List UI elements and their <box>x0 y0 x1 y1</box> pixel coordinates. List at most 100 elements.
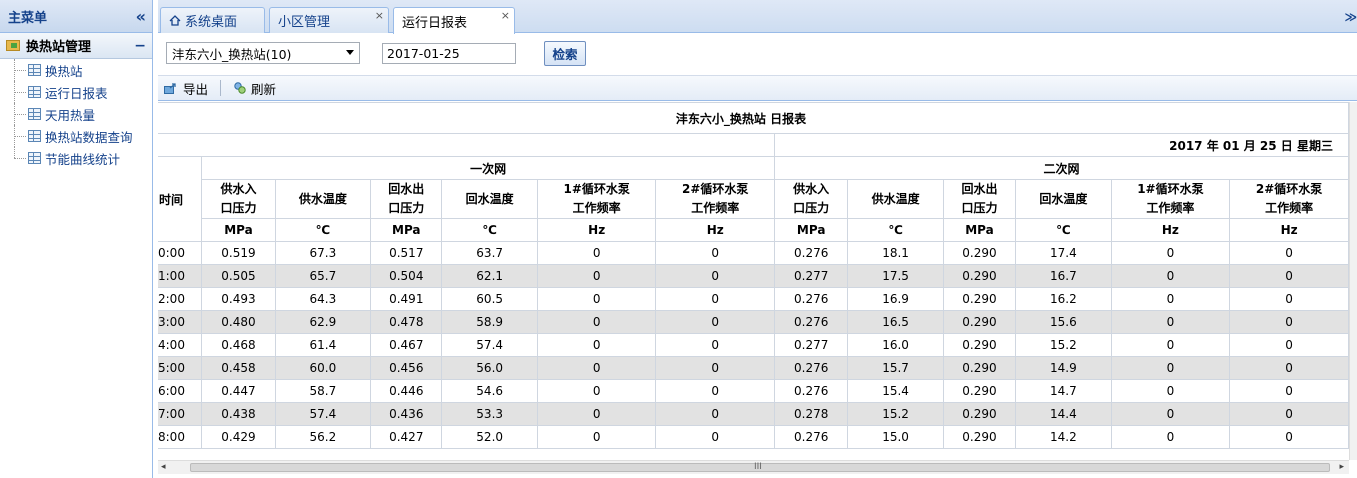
value-cell: 0.517 <box>370 241 443 265</box>
collapse-sidebar-icon[interactable]: « <box>136 7 146 26</box>
sidebar-item-label: 天用热量 <box>45 107 96 123</box>
value-cell: 14.7 <box>1015 379 1112 403</box>
horizontal-scrollbar[interactable]: ◂ III ▸ <box>158 460 1349 474</box>
value-cell: 0.505 <box>201 264 276 288</box>
sidebar-group-label: 换热站管理 <box>26 40 92 55</box>
sidebar-item[interactable]: 换热站 <box>0 59 152 81</box>
value-cell: 0 <box>1110 402 1231 426</box>
collapse-group-icon[interactable]: − <box>134 38 146 54</box>
tab-label: 系统桌面 <box>185 15 238 30</box>
vertical-scrollbar[interactable] <box>1349 102 1357 460</box>
station-select[interactable]: 沣东六小_换热站(10) <box>166 42 360 64</box>
unit-cell: Hz <box>536 218 657 242</box>
value-cell: 0 <box>1229 425 1349 449</box>
scroll-right-icon[interactable]: ▸ <box>1339 462 1344 472</box>
column-header: 供水温度 <box>847 179 944 219</box>
sidebar-item[interactable]: 天用热量 <box>0 103 152 125</box>
value-cell: 0 <box>1110 379 1231 403</box>
report-title-row: 沣东六小_换热站 日报表 <box>158 102 1349 134</box>
time-cell: 2:00 <box>158 287 203 311</box>
column-header: 回水出 口压力 <box>370 179 443 219</box>
tab-label: 小区管理 <box>278 15 331 30</box>
search-button[interactable]: 检索 <box>544 41 586 66</box>
unit-row: MPa ℃ MPa ℃ Hz Hz MPa ℃ MPa ℃ Hz Hz <box>158 218 1349 242</box>
unit-cell: ℃ <box>441 218 538 242</box>
value-cell: 0 <box>1229 287 1349 311</box>
value-cell: 0 <box>536 356 657 380</box>
column-header-line: 工作频率 <box>572 201 621 215</box>
value-cell: 17.5 <box>847 264 944 288</box>
id-label: 编号 <box>158 133 776 157</box>
value-cell: 61.4 <box>274 333 372 357</box>
unit-cell: ℃ <box>847 218 944 242</box>
sidebar-item-label: 运行日报表 <box>45 85 108 101</box>
sidebar-item-label: 换热站 <box>45 63 83 79</box>
sidebar-item[interactable]: 运行日报表 <box>0 81 152 103</box>
column-header: 回水温度 <box>441 179 538 219</box>
export-button[interactable]: 导出 <box>164 79 208 98</box>
tab-scroll-icon[interactable]: ≫ <box>1344 10 1357 24</box>
tab-desktop[interactable]: 系统桌面 <box>160 7 265 33</box>
value-cell: 65.7 <box>274 264 372 288</box>
value-cell: 0 <box>1229 333 1349 357</box>
value-cell: 0.276 <box>774 287 849 311</box>
sidebar-item[interactable]: 换热站数据查询 <box>0 125 152 147</box>
column-header-line: 回水温度 <box>465 191 514 206</box>
sidebar-group-heat-station[interactable]: 换热站管理 − <box>0 33 152 59</box>
tab-community[interactable]: 小区管理 × <box>269 7 389 33</box>
grid-icon <box>28 108 41 120</box>
value-cell: 0.277 <box>774 333 849 357</box>
table-row: 8:00 0.429 56.2 0.427 52.0 0 0 0.276 15.0 0.290 14… <box>158 425 1349 449</box>
value-cell: 60.5 <box>441 287 538 311</box>
value-cell: 0 <box>1229 379 1349 403</box>
close-icon[interactable]: × <box>501 9 510 22</box>
column-header-line: 口压力 <box>793 201 830 215</box>
table-row: 5:00 0.458 60.0 0.456 56.0 0 0 0.276 15.7 0.290 14… <box>158 356 1349 380</box>
value-cell: 15.6 <box>1015 310 1112 334</box>
value-cell: 0 <box>655 379 776 403</box>
value-cell: 0.290 <box>942 356 1017 380</box>
unit-cell: Hz <box>1110 218 1231 242</box>
column-header: 2#循环水泵 工作频率 <box>655 179 776 219</box>
date-input[interactable] <box>382 43 516 64</box>
column-header-line: 供水入 <box>793 182 830 196</box>
grid-icon <box>28 152 41 164</box>
column-header-line: 2#循环水泵 <box>682 182 749 196</box>
value-cell: 17.4 <box>1015 241 1112 265</box>
sidebar-item[interactable]: 节能曲线统计 <box>0 147 152 169</box>
tab-daily-report[interactable]: 运行日报表 × <box>393 7 515 34</box>
column-header-row: 供水入 口压力 供水温度 回水出 口压力 回水温度 1#循环水泵 工作频率 2#循环水泵 工作频率… <box>158 179 1349 219</box>
close-icon[interactable]: × <box>375 9 384 22</box>
value-cell: 54.6 <box>441 379 538 403</box>
value-cell: 15.2 <box>1015 333 1112 357</box>
refresh-button[interactable]: 刷新 <box>233 79 276 98</box>
report-area: 沣东六小_换热站 日报表编号2017 年 01 月 25 日 星期三时间一次网二… <box>158 102 1349 460</box>
value-cell: 0 <box>536 425 657 449</box>
value-cell: 0.276 <box>774 241 849 265</box>
value-cell: 14.9 <box>1015 356 1112 380</box>
value-cell: 0 <box>536 402 657 426</box>
column-header-line: 工作频率 <box>1146 201 1195 215</box>
sidebar-title: 主菜单 <box>8 10 48 26</box>
value-cell: 0 <box>1110 264 1231 288</box>
value-cell: 0 <box>1229 310 1349 334</box>
value-cell: 0 <box>1229 402 1349 426</box>
value-cell: 63.7 <box>441 241 538 265</box>
value-cell: 0.491 <box>370 287 443 311</box>
value-cell: 0.480 <box>201 310 276 334</box>
scroll-left-icon[interactable]: ◂ <box>161 462 166 472</box>
time-cell: 7:00 <box>158 402 203 426</box>
value-cell: 0 <box>655 425 776 449</box>
value-cell: 0 <box>655 310 776 334</box>
value-cell: 0 <box>1229 264 1349 288</box>
column-header: 2#循环水泵 工作频率 <box>1229 179 1349 219</box>
column-header: 回水温度 <box>1015 179 1112 219</box>
column-header-line: 口压力 <box>220 201 257 215</box>
value-cell: 0.456 <box>370 356 443 380</box>
column-header: 1#循环水泵 工作频率 <box>536 179 657 219</box>
value-cell: 16.5 <box>847 310 944 334</box>
time-cell: 4:00 <box>158 333 203 357</box>
column-header: 供水入 口压力 <box>774 179 849 219</box>
value-cell: 56.2 <box>274 425 372 449</box>
value-cell: 18.1 <box>847 241 944 265</box>
